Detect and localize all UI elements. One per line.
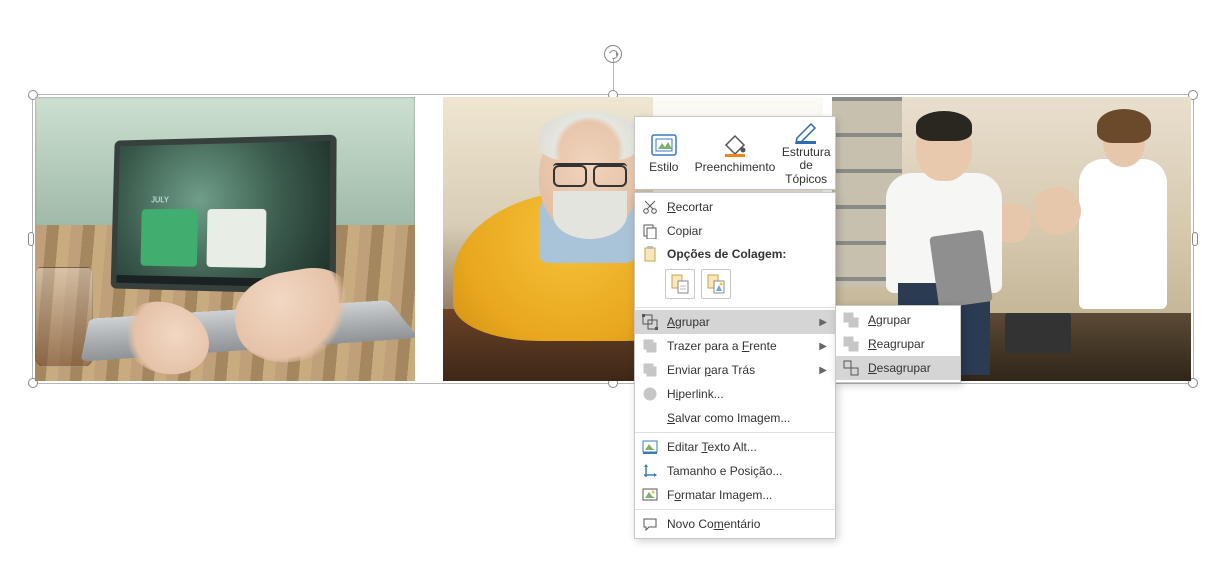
format-picture-icon <box>639 485 661 505</box>
resize-handle-w[interactable] <box>28 232 34 246</box>
mini-style-button[interactable]: Estilo <box>635 117 693 189</box>
menu-paste-options-header: Opções de Colagem: <box>635 243 835 265</box>
paste-options-row <box>635 265 835 305</box>
mini-fill-label: Preenchimento <box>695 161 776 174</box>
menu-size-position[interactable]: Tamanho e Posição... <box>635 459 835 483</box>
menu-new-comment[interactable]: Novo Comentário <box>635 512 835 536</box>
paste-option-1[interactable] <box>665 269 695 299</box>
group-icon <box>639 312 661 332</box>
submenu-arrow-icon: ▶ <box>817 365 827 376</box>
submenu-group-label: Agrupar <box>868 313 952 327</box>
send-back-icon <box>639 360 661 380</box>
menu-copy[interactable]: Copiar <box>635 219 835 243</box>
paste-option-2[interactable] <box>701 269 731 299</box>
menu-group[interactable]: Agrupar ▶ <box>635 310 835 334</box>
copy-icon <box>639 221 661 241</box>
alt-text-icon <box>639 437 661 457</box>
picture-style-icon <box>650 131 678 159</box>
menu-paste-options-label: Opções de Colagem: <box>667 247 827 261</box>
menu-edit-alt-text[interactable]: Editar Texto Alt... <box>635 435 835 459</box>
menu-hyperlink-label: Hiperlink... <box>667 387 827 401</box>
mini-outline-button[interactable]: Estrutura de Tópicos <box>777 117 835 189</box>
resize-handle-e[interactable] <box>1192 232 1198 246</box>
comment-icon <box>639 514 661 534</box>
menu-bring-front-label: Trazer para a Frente <box>667 339 811 353</box>
submenu-arrow-icon: ▶ <box>817 317 827 328</box>
menu-format-picture-label: Formatar Imagem... <box>667 488 827 502</box>
size-position-icon <box>639 461 661 481</box>
menu-send-back: Enviar para Trás ▶ <box>635 358 835 382</box>
mini-style-label: Estilo <box>649 161 678 174</box>
menu-save-as-image[interactable]: Salvar como Imagem... <box>635 406 835 430</box>
mini-fill-button[interactable]: Preenchimento <box>693 117 778 189</box>
grouped-image-1[interactable] <box>35 97 415 381</box>
rotation-handle[interactable] <box>604 45 622 63</box>
submenu-ungroup-label: Desagrupar <box>868 361 952 375</box>
menu-group-label: Agrupar <box>667 315 811 329</box>
menu-hyperlink: Hiperlink... <box>635 382 835 406</box>
mini-toolbar: Estilo Preenchimento Estrutura de Tópico… <box>634 116 836 190</box>
bring-front-icon <box>639 336 661 356</box>
submenu-arrow-icon: ▶ <box>817 341 827 352</box>
submenu-ungroup[interactable]: Desagrupar <box>836 356 960 380</box>
slide-canvas: Estilo Preenchimento Estrutura de Tópico… <box>0 0 1226 572</box>
menu-new-comment-label: Novo Comentário <box>667 517 827 531</box>
menu-edit-alt-text-label: Editar Texto Alt... <box>667 440 827 454</box>
menu-cut[interactable]: Recortar <box>635 195 835 219</box>
mini-outline-label: Estrutura de Tópicos <box>779 146 833 186</box>
paint-bucket-icon <box>721 131 749 159</box>
context-menu: Recortar Copiar Opções de Colagem: Agrup… <box>634 192 836 539</box>
rotation-stem <box>613 59 614 90</box>
group-icon <box>840 310 862 330</box>
submenu-regroup: Reagrupar <box>836 332 960 356</box>
menu-copy-label: Copiar <box>667 224 827 238</box>
menu-send-back-label: Enviar para Trás <box>667 363 811 377</box>
submenu-group: Agrupar <box>836 308 960 332</box>
ungroup-icon <box>840 358 862 378</box>
link-icon <box>639 384 661 404</box>
submenu-regroup-label: Reagrupar <box>868 337 952 351</box>
clipboard-icon <box>639 244 661 264</box>
menu-size-position-label: Tamanho e Posição... <box>667 464 827 478</box>
menu-format-picture[interactable]: Formatar Imagem... <box>635 483 835 507</box>
scissors-icon <box>639 197 661 217</box>
pen-outline-icon <box>792 120 820 144</box>
menu-cut-label: Recortar <box>667 200 827 214</box>
menu-save-as-image-label: Salvar como Imagem... <box>667 411 827 425</box>
regroup-icon <box>840 334 862 354</box>
group-submenu: Agrupar Reagrupar Desagrupar <box>835 305 961 383</box>
menu-bring-front: Trazer para a Frente ▶ <box>635 334 835 358</box>
